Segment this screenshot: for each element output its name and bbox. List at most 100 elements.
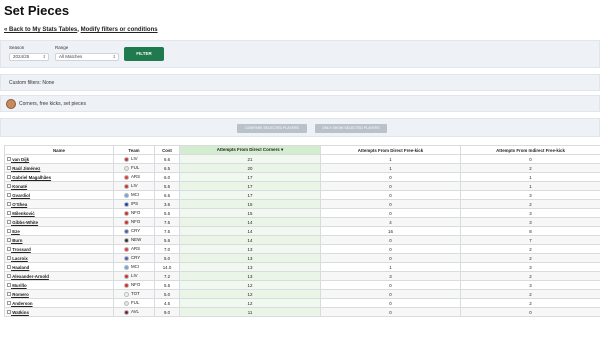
modify-filters-link[interactable]: Modify filters or conditions: [81, 27, 158, 33]
table-row: Romero TOT 5.0 12 0 2: [4, 289, 600, 299]
player-name[interactable]: Eze: [12, 229, 20, 234]
team-cell: IPS: [113, 199, 155, 209]
player-name-cell[interactable]: Burn: [4, 235, 114, 245]
cost-cell: 6.0: [154, 172, 180, 182]
player-name[interactable]: Murillo: [12, 283, 26, 288]
col-header-name[interactable]: Name: [4, 145, 114, 155]
team-badge-icon: [124, 228, 129, 234]
player-name[interactable]: Romero: [12, 292, 29, 297]
row-checkbox[interactable]: [7, 301, 11, 306]
player-name[interactable]: Gabriel Magalhães: [12, 175, 51, 180]
indirect-freekick-cell: 2: [460, 199, 600, 209]
direct-freekick-cell: 0: [320, 244, 461, 254]
player-name-cell[interactable]: Haaland: [4, 262, 114, 272]
direct-freekick-cell: 1: [320, 163, 461, 173]
player-name[interactable]: O'Shea: [12, 202, 27, 207]
player-name[interactable]: Burn: [12, 238, 22, 243]
player-name-cell[interactable]: Alexander-Arnold: [4, 271, 114, 281]
row-checkbox[interactable]: [7, 238, 11, 243]
player-name-cell[interactable]: Milenković: [4, 208, 114, 218]
player-name-cell[interactable]: Romero: [4, 289, 114, 299]
cost-cell: 6.6: [154, 154, 180, 164]
row-checkbox[interactable]: [7, 229, 11, 234]
team-badge-icon: [124, 309, 129, 315]
player-name-cell[interactable]: van Dijk: [4, 154, 114, 164]
row-checkbox[interactable]: [7, 265, 11, 270]
player-name-cell[interactable]: Gabriel Magalhães: [4, 172, 114, 182]
player-name-cell[interactable]: Murillo: [4, 280, 114, 290]
indirect-freekick-cell: 3: [460, 280, 600, 290]
row-checkbox[interactable]: [7, 157, 11, 162]
stats-table: Name Team Cost Attempts From Direct Corn…: [4, 145, 600, 317]
back-link[interactable]: « Back to My Stats Tables: [4, 27, 77, 33]
filter-button[interactable]: FILTER: [124, 47, 164, 61]
player-name-cell[interactable]: Watkins: [4, 307, 114, 317]
filters-panel: Season 2024/25 ⇕ Range All Matches ⇕ FIL…: [0, 40, 600, 68]
table-row: Eze CRY 7.5 14 16 8: [4, 226, 600, 236]
table-row: Haaland MCI 14.0 13 1 3: [4, 262, 600, 272]
page-title: Set Pieces: [4, 3, 70, 18]
season-select[interactable]: 2024/25 ⇕: [9, 53, 49, 61]
compare-selected-button[interactable]: COMPARE SELECTED PLAYERS: [237, 124, 307, 133]
range-select[interactable]: All Matches ⇕: [55, 53, 119, 61]
player-name[interactable]: Watkins: [12, 310, 29, 315]
team-code: AVL: [131, 309, 139, 315]
col-header-indirect-freekick[interactable]: Attempts From Indirect Free-kick: [460, 145, 600, 155]
only-show-selected-button[interactable]: ONLY SHOW SELECTED PLAYERS: [315, 124, 387, 133]
player-name[interactable]: Milenković: [12, 211, 34, 216]
row-checkbox[interactable]: [7, 256, 11, 261]
direct-freekick-cell: 0: [320, 307, 461, 317]
player-name-cell[interactable]: Eze: [4, 226, 114, 236]
row-checkbox[interactable]: [7, 202, 11, 207]
col-header-direct-corners[interactable]: Attempts From Direct Corners ▾: [179, 145, 321, 155]
player-name[interactable]: Konaté: [12, 184, 27, 189]
table-row: Anderson FUL 4.5 12 0 2: [4, 298, 600, 308]
col-header-team[interactable]: Team: [113, 145, 155, 155]
col-header-cost[interactable]: Cost: [154, 145, 180, 155]
team-cell: NFO: [113, 208, 155, 218]
player-name-cell[interactable]: Konaté: [4, 181, 114, 191]
team-badge-icon: [124, 201, 129, 207]
player-name[interactable]: Raúl Jiménez: [12, 166, 40, 171]
col-header-direct-freekick[interactable]: Attempts From Direct Free-kick: [320, 145, 461, 155]
row-checkbox[interactable]: [7, 211, 11, 216]
direct-freekick-cell: 4: [320, 217, 461, 227]
row-checkbox[interactable]: [7, 292, 11, 297]
player-name[interactable]: Trossard: [12, 247, 31, 252]
team-code: NFO: [131, 219, 141, 225]
direct-corners-cell: 13: [179, 253, 321, 263]
player-name-cell[interactable]: Gibbs-White: [4, 217, 114, 227]
team-cell: MCI: [113, 262, 155, 272]
player-name[interactable]: Anderson: [12, 301, 33, 306]
row-checkbox[interactable]: [7, 166, 11, 171]
player-name[interactable]: Gvardiol: [12, 193, 30, 198]
row-checkbox[interactable]: [7, 283, 11, 288]
table-row: Milenković NFO 5.5 15 0 3: [4, 208, 600, 218]
tag-panel: Corners, free kicks, set pieces: [0, 95, 600, 112]
team-cell: FUL: [113, 298, 155, 308]
direct-corners-cell: 15: [179, 208, 321, 218]
team-code: CRY: [131, 255, 141, 261]
row-checkbox[interactable]: [7, 310, 11, 315]
breadcrumb: « Back to My Stats Tables, Modify filter…: [4, 27, 158, 33]
player-name-cell[interactable]: Gvardiol: [4, 190, 114, 200]
cost-cell: 6.5: [154, 163, 180, 173]
row-checkbox[interactable]: [7, 184, 11, 189]
player-name[interactable]: Lacroix: [12, 256, 28, 261]
row-checkbox[interactable]: [7, 175, 11, 180]
player-name-cell[interactable]: Trossard: [4, 244, 114, 254]
direct-corners-cell: 13: [179, 271, 321, 281]
player-name[interactable]: Alexander-Arnold: [12, 274, 49, 279]
row-checkbox[interactable]: [7, 220, 11, 225]
row-checkbox[interactable]: [7, 193, 11, 198]
player-name-cell[interactable]: Raúl Jiménez: [4, 163, 114, 173]
player-name[interactable]: Gibbs-White: [12, 220, 38, 225]
player-name[interactable]: van Dijk: [12, 157, 29, 162]
player-name[interactable]: Haaland: [12, 265, 29, 270]
player-name-cell[interactable]: Lacroix: [4, 253, 114, 263]
col-header-direct-corners-label: Attempts From Direct Corners: [216, 147, 280, 152]
row-checkbox[interactable]: [7, 274, 11, 279]
player-name-cell[interactable]: Anderson: [4, 298, 114, 308]
row-checkbox[interactable]: [7, 247, 11, 252]
player-name-cell[interactable]: O'Shea: [4, 199, 114, 209]
